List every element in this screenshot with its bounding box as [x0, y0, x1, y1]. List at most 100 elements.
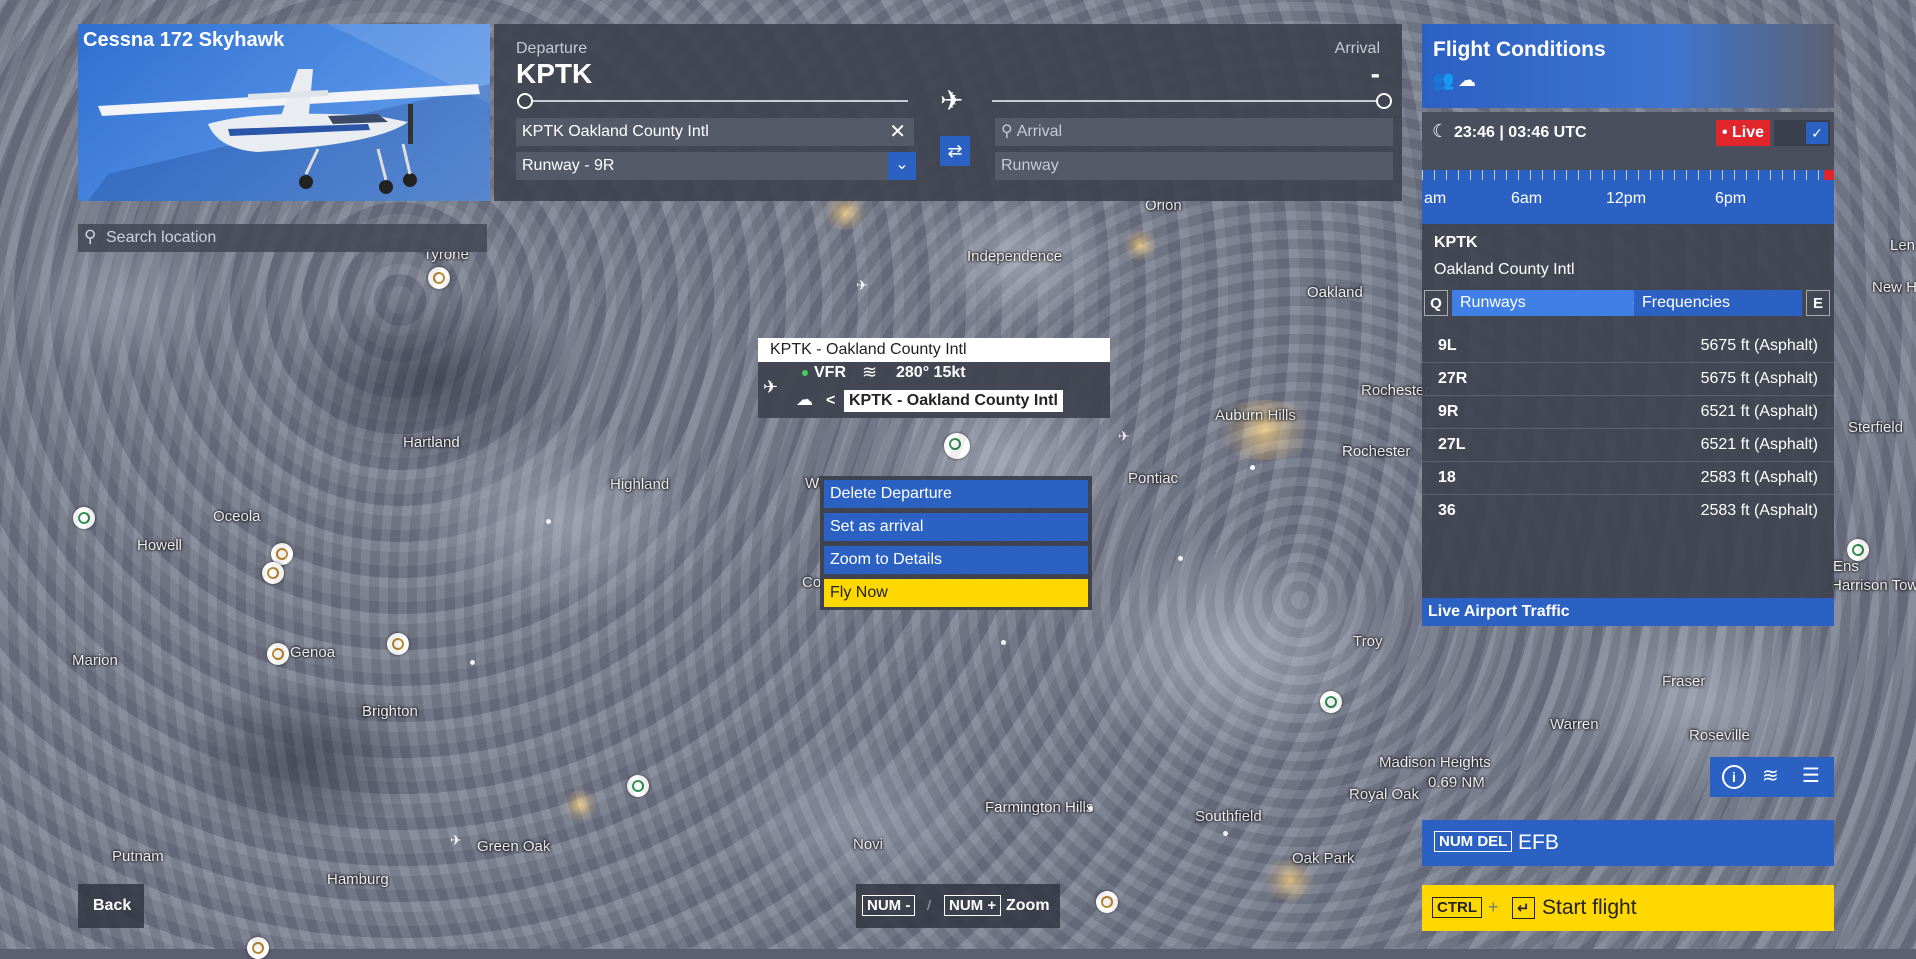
delete-departure-menu-item[interactable]: Delete Departure — [824, 480, 1088, 508]
runway-row[interactable]: 27L 6521 ft (Asphalt) — [1422, 429, 1834, 462]
runway-info: 5675 ft (Asphalt) — [1700, 370, 1818, 387]
wind-icon: ≋ — [862, 362, 878, 382]
runway-row[interactable]: 27R 5675 ft (Asphalt) — [1422, 363, 1834, 396]
city-label: Southfield — [1195, 808, 1262, 825]
route-line-departure — [518, 100, 908, 102]
city-label: Howell — [137, 537, 183, 554]
context-menu: Delete Departure Set as arrival Zoom to … — [820, 476, 1092, 610]
chevron-down-icon[interactable]: ⌄ — [888, 152, 916, 180]
city-label: Pontiac — [1128, 470, 1179, 487]
arrival-airport-field[interactable]: ⚲ Arrival — [995, 118, 1393, 146]
time-slider-handle[interactable] — [1824, 170, 1834, 180]
city-label: Novi — [853, 836, 884, 853]
swap-route-button[interactable]: ⇄ — [940, 136, 970, 166]
arrival-runway-value: Runway — [1001, 157, 1059, 174]
start-flight-label: Start flight — [1542, 896, 1637, 919]
airport-label-badge: KPTK - Oakland County Intl — [844, 390, 1063, 412]
tab-q[interactable]: Q — [1424, 290, 1448, 316]
airport-marker[interactable] — [262, 562, 284, 584]
city-label: Troy — [1353, 633, 1383, 650]
airport-marker[interactable] — [428, 267, 450, 289]
departure-flag-icon: ✈ — [763, 377, 779, 397]
traffic-plane-icon: ✈ — [856, 277, 868, 293]
flight-conditions-panel[interactable]: Flight Conditions 👥 ☁ ☾ 23:46 | 03:46 UT… — [1422, 24, 1834, 225]
runway-row[interactable]: 9L 5675 ft (Asphalt) — [1422, 330, 1834, 363]
fly-now-menu-item[interactable]: Fly Now — [824, 579, 1088, 607]
arrival-label: Arrival — [1334, 40, 1380, 57]
zoom-in-key[interactable]: NUM + — [944, 895, 1002, 916]
departure-code: KPTK — [516, 58, 593, 89]
zoom-separator: / — [927, 897, 931, 913]
layers-icon[interactable]: ≋ — [1762, 763, 1779, 788]
back-label: Back — [93, 897, 132, 914]
cloud-icon: ☁ — [1458, 70, 1476, 90]
live-toggle[interactable]: ✓ — [1774, 120, 1830, 146]
tab-frequencies[interactable]: Frequencies — [1634, 290, 1802, 316]
tab-e[interactable]: E — [1806, 290, 1830, 316]
search-icon: ⚲ — [84, 227, 97, 246]
runway-id: 18 — [1438, 469, 1456, 486]
search-location-input[interactable]: ⚲ Search location — [78, 224, 487, 252]
runway-row[interactable]: 9R 6521 ft (Asphalt) — [1422, 396, 1834, 429]
departure-label: Departure — [516, 40, 588, 57]
ctrl-key: CTRL — [1432, 897, 1482, 918]
airport-info-panel: KPTK Oakland County Intl Q Runways ✓ Fre… — [1422, 224, 1834, 626]
start-flight-button[interactable]: CTRL + ↵ Start flight — [1422, 885, 1834, 931]
airport-marker[interactable] — [247, 937, 269, 959]
zoom-label: Zoom — [1006, 897, 1050, 914]
runway-id: 36 — [1438, 502, 1456, 519]
map-scale: 0.69 NM — [1428, 774, 1485, 791]
live-airport-traffic-button[interactable]: Live Airport Traffic — [1422, 598, 1834, 626]
departure-runway-select[interactable]: Runway - 9R — [516, 152, 914, 180]
num-del-key: NUM DEL — [1434, 831, 1513, 852]
city-label: Marion — [72, 652, 118, 669]
aircraft-title: Cessna 172 Skyhawk — [83, 29, 285, 51]
airport-marker[interactable] — [387, 633, 409, 655]
tab-frequencies-label: Frequencies — [1642, 294, 1731, 311]
city-label: Highland — [610, 476, 670, 493]
airport-marker[interactable] — [73, 507, 95, 529]
moon-icon: ☾ — [1432, 121, 1449, 141]
arrival-code: - — [1370, 58, 1380, 89]
runway-info: 5675 ft (Asphalt) — [1700, 337, 1818, 354]
airport-marker[interactable] — [1320, 691, 1342, 713]
runway-row[interactable]: 18 2583 ft (Asphalt) — [1422, 462, 1834, 495]
time-slider[interactable]: am 6am 12pm 6pm — [1422, 170, 1834, 225]
back-button[interactable]: Back — [78, 884, 144, 928]
airport-marker[interactable] — [271, 543, 293, 565]
zoom-to-details-menu-item[interactable]: Zoom to Details — [824, 546, 1088, 574]
route-panel: Departure KPTK Arrival - ✈ KPTK Oakland … — [494, 24, 1402, 201]
runway-info: 2583 ft (Asphalt) — [1700, 469, 1818, 486]
city-label: Co — [802, 574, 822, 591]
live-button[interactable]: • Live — [1716, 120, 1770, 146]
efb-label: EFB — [1518, 831, 1559, 854]
departure-runway-value: Runway - 9R — [522, 157, 615, 174]
departure-airport-field[interactable]: KPTK Oakland County Intl ✕ — [516, 118, 914, 146]
tab-runways[interactable]: Runways ✓ — [1452, 290, 1650, 316]
flight-rules: VFR — [814, 364, 846, 381]
conditions-header[interactable]: Flight Conditions 👥 ☁ — [1422, 24, 1834, 108]
tab-runways-label: Runways — [1460, 294, 1526, 311]
airport-marker[interactable] — [267, 643, 289, 665]
efb-button[interactable]: NUM DEL EFB — [1422, 820, 1834, 866]
aircraft-card[interactable]: Cessna 172 Skyhawk — [78, 24, 490, 201]
runway-info: 2583 ft (Asphalt) — [1700, 502, 1818, 519]
runway-row[interactable]: 36 2583 ft (Asphalt) — [1422, 495, 1834, 527]
settings-list-icon[interactable]: ☰ — [1802, 763, 1820, 788]
city-label: Sterfield — [1848, 419, 1904, 436]
city-label: Farmington Hills — [985, 799, 1094, 816]
axis-label: am — [1424, 190, 1447, 207]
arrival-runway-select[interactable]: Runway — [995, 152, 1393, 180]
airport-marker[interactable] — [1096, 891, 1118, 913]
city-label: Oakland — [1307, 284, 1363, 301]
info-icon[interactable]: i — [1722, 765, 1746, 789]
airport-marker[interactable] — [1847, 539, 1869, 561]
airport-name: Oakland County Intl — [1434, 261, 1575, 278]
kptk-airport-marker[interactable] — [944, 433, 970, 459]
cloud-prefix: < — [826, 392, 836, 409]
city-label: Royal Oak — [1349, 786, 1420, 803]
clear-departure-icon[interactable]: ✕ — [889, 118, 906, 146]
zoom-out-key[interactable]: NUM - — [862, 895, 916, 916]
set-arrival-menu-item[interactable]: Set as arrival — [824, 513, 1088, 541]
airport-marker[interactable] — [627, 775, 649, 797]
